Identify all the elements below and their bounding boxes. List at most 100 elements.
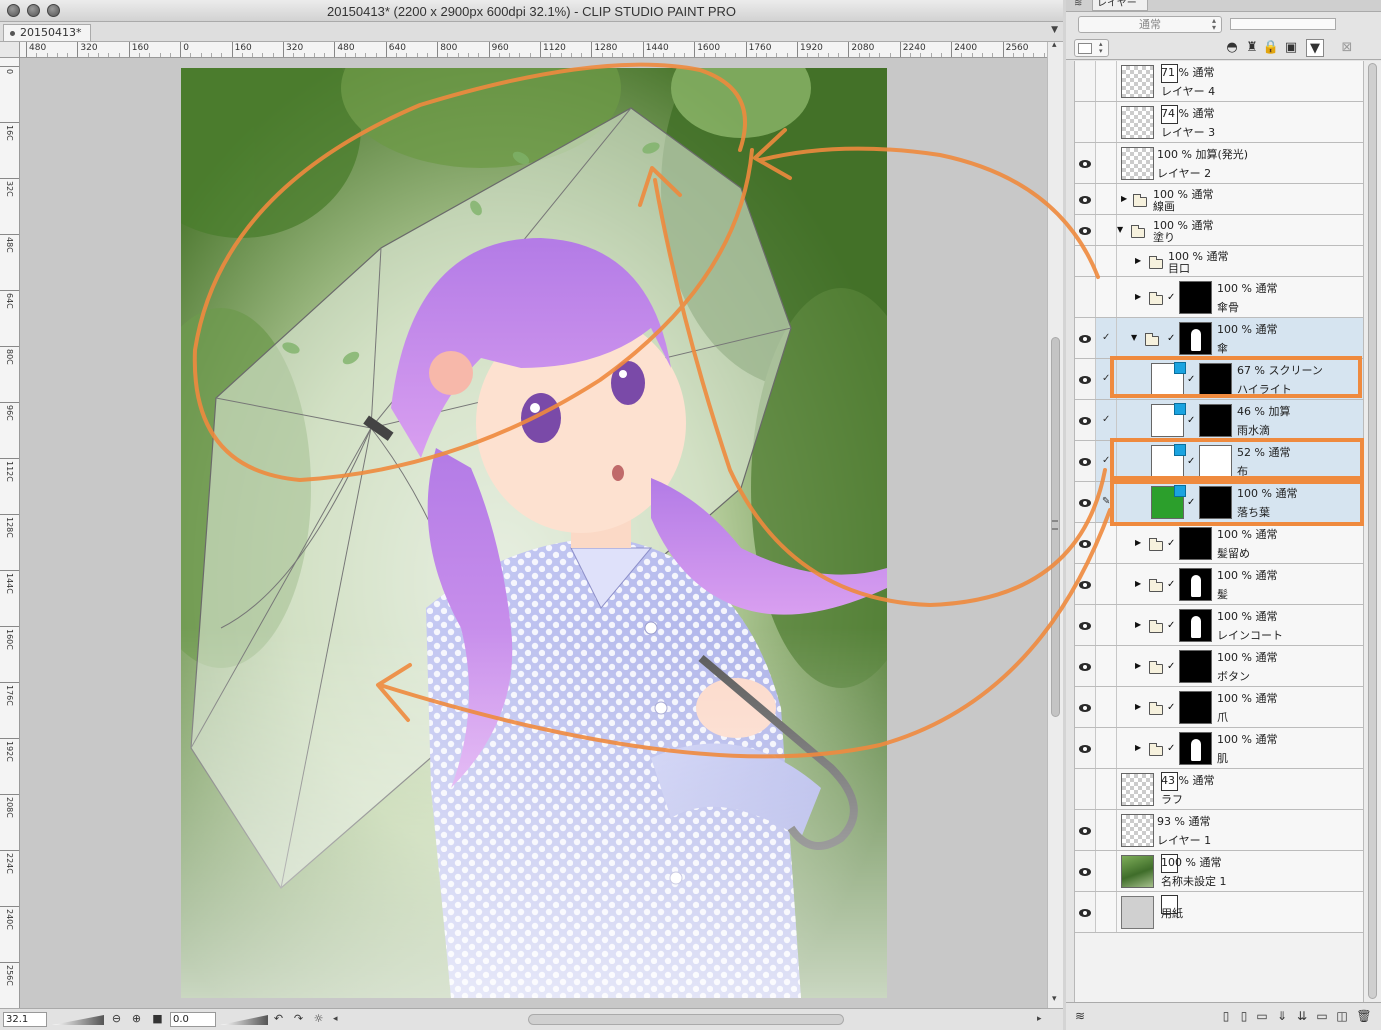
- zoom-slider[interactable]: [52, 1015, 104, 1025]
- edit-target-toggle[interactable]: [1096, 605, 1117, 645]
- visibility-toggle[interactable]: [1075, 728, 1096, 768]
- blend-mode-select[interactable]: 通常: [1078, 16, 1222, 33]
- visibility-toggle[interactable]: [1075, 246, 1096, 276]
- layer-mask-icon[interactable]: ▼: [1306, 39, 1324, 57]
- visibility-toggle[interactable]: [1075, 523, 1096, 563]
- edit-target-toggle[interactable]: ✓: [1096, 441, 1117, 481]
- layer-row[interactable]: ✓ ▼ ✓ 100 % 通常傘: [1075, 318, 1364, 359]
- visibility-toggle[interactable]: [1075, 143, 1096, 183]
- opacity-slider[interactable]: [1230, 18, 1336, 30]
- layer-list-scrollbar[interactable]: [1363, 61, 1381, 1002]
- layer-row[interactable]: 93 % 通常 レイヤー 1: [1075, 810, 1364, 851]
- layer-row[interactable]: ✓ ✓ 46 % 加算 雨水滴: [1075, 400, 1364, 441]
- edit-target-toggle[interactable]: [1096, 728, 1117, 768]
- visibility-toggle[interactable]: [1075, 605, 1096, 645]
- layer-row[interactable]: ▶ 100 % 通常 線画: [1075, 184, 1364, 215]
- scroll-left-icon[interactable]: ◂: [333, 1014, 338, 1024]
- visibility-toggle[interactable]: [1075, 102, 1096, 142]
- visibility-toggle[interactable]: [1075, 215, 1096, 245]
- edit-target-toggle[interactable]: [1096, 102, 1117, 142]
- rotate-left-icon[interactable]: ↶: [271, 1012, 286, 1027]
- apply-mask-icon[interactable]: ◫: [1334, 1008, 1350, 1024]
- visibility-toggle[interactable]: [1075, 646, 1096, 686]
- edit-target-toggle[interactable]: [1096, 810, 1117, 850]
- edit-target-toggle[interactable]: [1096, 143, 1117, 183]
- layer-row[interactable]: 100 % 通常 名称未設定 1: [1075, 851, 1364, 892]
- visibility-toggle[interactable]: [1075, 810, 1096, 850]
- transfer-down-icon[interactable]: ⇓: [1274, 1008, 1290, 1024]
- layer-row[interactable]: ▶ ✓ 100 % 通常 髪留め: [1075, 523, 1364, 564]
- delete-icon[interactable]: 🗑: [1356, 1008, 1372, 1024]
- layer-row[interactable]: ▶ ✓ 100 % 通常 レインコート: [1075, 605, 1364, 646]
- edit-target-toggle[interactable]: [1096, 646, 1117, 686]
- canvas-artwork[interactable]: [181, 68, 887, 998]
- visibility-toggle[interactable]: [1075, 769, 1096, 809]
- layer-row[interactable]: 100 % 加算(発光) レイヤー 2: [1075, 143, 1364, 184]
- layer-row[interactable]: ▶ ✓ 100 % 通常 ボタン: [1075, 646, 1364, 687]
- merge-down-icon[interactable]: ⇊: [1294, 1008, 1310, 1024]
- visibility-toggle[interactable]: [1075, 441, 1096, 481]
- layer-row[interactable]: 用紙: [1075, 892, 1364, 933]
- layer-row[interactable]: 43 % 通常 ラフ: [1075, 769, 1364, 810]
- clip-icon[interactable]: ◓: [1223, 39, 1241, 57]
- zoom-out-icon[interactable]: ⊖: [109, 1012, 124, 1027]
- scroll-up-icon[interactable]: ▴: [1052, 40, 1057, 50]
- fit-view-icon[interactable]: ■: [150, 1012, 165, 1027]
- canvas-horizontal-scroll-thumb[interactable]: [528, 1014, 844, 1025]
- document-tab[interactable]: 20150413*: [3, 24, 91, 41]
- edit-target-toggle[interactable]: ✓: [1096, 359, 1117, 399]
- layer-row[interactable]: 71 % 通常 レイヤー 4: [1075, 61, 1364, 102]
- tab-dropdown-icon[interactable]: ▼: [1051, 25, 1058, 35]
- layer-color-select[interactable]: ▴ ▾: [1074, 39, 1109, 57]
- layer-row[interactable]: ▼ 100 % 通常 塗り: [1075, 215, 1364, 246]
- layer-row[interactable]: ✓ ✓ 67 % スクリーン ハイライト: [1075, 359, 1364, 400]
- edit-target-toggle[interactable]: [1096, 246, 1117, 276]
- edit-target-toggle[interactable]: [1096, 215, 1117, 245]
- visibility-toggle[interactable]: [1075, 277, 1096, 317]
- rotate-right-icon[interactable]: ↷: [291, 1012, 306, 1027]
- layer-row[interactable]: ▶ 100 % 通常 目口: [1075, 246, 1364, 277]
- reference-icon[interactable]: ♜: [1243, 39, 1261, 57]
- layer-panel-tab[interactable]: レイヤー: [1092, 0, 1148, 11]
- zoom-in-icon[interactable]: ⊕: [129, 1012, 144, 1027]
- visibility-toggle[interactable]: [1075, 61, 1096, 101]
- layer-row[interactable]: ✓ ✓ 52 % 通常布: [1075, 441, 1364, 482]
- rotation-slider[interactable]: [220, 1015, 268, 1025]
- visibility-toggle[interactable]: [1075, 318, 1096, 358]
- lock-icon[interactable]: 🔒: [1262, 39, 1280, 57]
- layer-row[interactable]: ▶ ✓ 100 % 通常 傘骨: [1075, 277, 1364, 318]
- edit-target-toggle[interactable]: ✓: [1096, 400, 1117, 440]
- edit-target-toggle[interactable]: [1096, 184, 1117, 214]
- layer-list[interactable]: 71 % 通常 レイヤー 4 74 % 通常 レイヤー 3 100 % 加算(発光) レイ…: [1074, 61, 1364, 1002]
- layer-list-scroll-thumb[interactable]: [1368, 63, 1377, 999]
- lock-transparency-icon[interactable]: ▣: [1282, 39, 1300, 57]
- layer-row[interactable]: ▶ ✓ 100 % 通常肌: [1075, 728, 1364, 769]
- edit-target-toggle[interactable]: ✎: [1096, 482, 1117, 522]
- edit-target-toggle[interactable]: ✓: [1096, 318, 1117, 358]
- new-raster-layer-icon[interactable]: ▯: [1218, 1008, 1234, 1024]
- edit-target-toggle[interactable]: [1096, 564, 1117, 604]
- visibility-toggle[interactable]: [1075, 892, 1096, 932]
- edit-target-toggle[interactable]: [1096, 687, 1117, 727]
- edit-target-toggle[interactable]: [1096, 61, 1117, 101]
- edit-target-toggle[interactable]: [1096, 892, 1117, 932]
- layer-row[interactable]: ▶ ✓ 100 % 通常爪: [1075, 687, 1364, 728]
- visibility-toggle[interactable]: [1075, 482, 1096, 522]
- ruler-icon[interactable]: ⊠: [1338, 39, 1356, 57]
- scroll-right-icon[interactable]: ▸: [1037, 1014, 1042, 1024]
- visibility-toggle[interactable]: [1075, 564, 1096, 604]
- horizontal-ruler[interactable]: 480 320 160 0 160 320 480 640 800 960 1120 1280 1440…: [20, 42, 1047, 58]
- layer-row[interactable]: 74 % 通常 レイヤー 3: [1075, 102, 1364, 143]
- rotation-field[interactable]: 0.0: [170, 1012, 216, 1027]
- edit-target-toggle[interactable]: [1096, 769, 1117, 809]
- new-folder-icon[interactable]: ▭: [1254, 1008, 1270, 1024]
- scroll-down-icon[interactable]: ▾: [1052, 994, 1057, 1004]
- mask-icon[interactable]: ▭: [1314, 1008, 1330, 1024]
- visibility-toggle[interactable]: [1075, 851, 1096, 891]
- visibility-toggle[interactable]: [1075, 184, 1096, 214]
- zoom-field[interactable]: 32.1: [3, 1012, 47, 1027]
- visibility-toggle[interactable]: [1075, 687, 1096, 727]
- layer-row[interactable]: ▶ ✓ 100 % 通常髪: [1075, 564, 1364, 605]
- vertical-ruler[interactable]: 0 16C 32C 48C 64C 80C 96C 112C 128C 144C 160C 176C 1…: [0, 58, 20, 1008]
- layer-property-icon[interactable]: ≋: [1072, 1008, 1088, 1024]
